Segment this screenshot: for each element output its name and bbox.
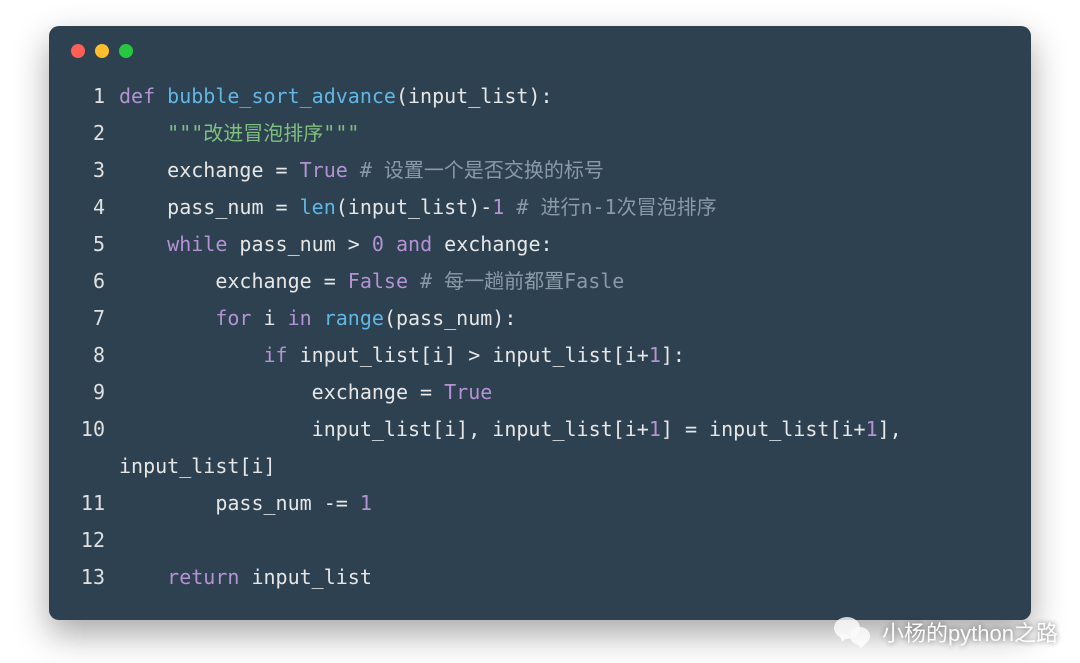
stage: 1def bubble_sort_advance(input_list):2 "… [0, 0, 1080, 663]
code-line: 10 input_list[i], input_list[i+1] = inpu… [67, 411, 1013, 448]
line-number: 3 [67, 152, 105, 189]
line-number: 1 [67, 78, 105, 115]
code-line: 5 while pass_num > 0 and exchange: [67, 226, 1013, 263]
line-number: 12 [67, 522, 105, 559]
code-line: input_list[i] [67, 448, 1013, 485]
line-content: exchange = True # 设置一个是否交换的标号 [119, 152, 604, 189]
line-content: return input_list [119, 559, 372, 596]
code-line: 8 if input_list[i] > input_list[i+1]: [67, 337, 1013, 374]
line-number: 7 [67, 300, 105, 337]
code-line: 6 exchange = False # 每一趟前都置Fasle [67, 263, 1013, 300]
code-line: 9 exchange = True [67, 374, 1013, 411]
code-line: 3 exchange = True # 设置一个是否交换的标号 [67, 152, 1013, 189]
line-number: 10 [67, 411, 105, 448]
code-line: 13 return input_list [67, 559, 1013, 596]
line-number: 5 [67, 226, 105, 263]
code-block: 1def bubble_sort_advance(input_list):2 "… [67, 78, 1013, 596]
line-content: exchange = True [119, 374, 492, 411]
traffic-lights [71, 44, 1013, 58]
wechat-watermark: 小杨的python之路 [834, 615, 1058, 649]
wechat-icon [834, 615, 874, 649]
code-line: 11 pass_num -= 1 [67, 485, 1013, 522]
line-number: 11 [67, 485, 105, 522]
line-content: pass_num = len(input_list)-1 # 进行n-1次冒泡排… [119, 189, 717, 226]
line-number: 8 [67, 337, 105, 374]
line-content: input_list[i] [119, 448, 276, 485]
maximize-icon[interactable] [119, 44, 133, 58]
line-content: for i in range(pass_num): [119, 300, 516, 337]
line-content: def bubble_sort_advance(input_list): [119, 78, 553, 115]
close-icon[interactable] [71, 44, 85, 58]
line-content: input_list[i], input_list[i+1] = input_l… [119, 411, 902, 448]
code-line: 2 """改进冒泡排序""" [67, 115, 1013, 152]
line-content: """改进冒泡排序""" [119, 115, 359, 152]
line-number: 6 [67, 263, 105, 300]
minimize-icon[interactable] [95, 44, 109, 58]
code-line: 12 [67, 522, 1013, 559]
line-content: while pass_num > 0 and exchange: [119, 226, 553, 263]
watermark-text: 小杨的python之路 [882, 616, 1058, 648]
line-content: exchange = False # 每一趟前都置Fasle [119, 263, 624, 300]
code-window: 1def bubble_sort_advance(input_list):2 "… [49, 26, 1031, 620]
line-number: 9 [67, 374, 105, 411]
code-line: 7 for i in range(pass_num): [67, 300, 1013, 337]
line-content: if input_list[i] > input_list[i+1]: [119, 337, 685, 374]
line-content: pass_num -= 1 [119, 485, 372, 522]
line-number: 2 [67, 115, 105, 152]
line-number: 4 [67, 189, 105, 226]
code-line: 1 def bubble_sort_advance(input_list): [67, 78, 1013, 115]
line-number: 13 [67, 559, 105, 596]
code-line: 4 pass_num = len(input_list)-1 # 进行n-1次冒… [67, 189, 1013, 226]
